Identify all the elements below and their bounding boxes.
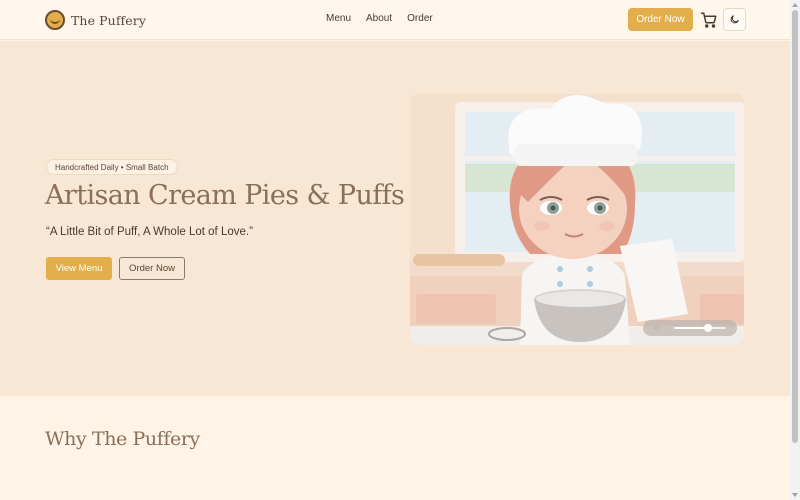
brand-logo[interactable]: The Puffery <box>45 10 146 30</box>
hero-title: Artisan Cream Pies & Puffs <box>45 180 405 211</box>
why-section: Why The Puffery <box>0 396 790 500</box>
hero-tagline: “A Little Bit of Puff, A Whole Lot of Lo… <box>46 226 253 238</box>
moon-icon <box>730 15 739 24</box>
brand-name: The Puffery <box>71 12 147 28</box>
mute-speaker-icon[interactable] <box>652 323 662 333</box>
hero-order-now-button[interactable]: Order Now <box>119 257 185 280</box>
why-title: Why The Puffery <box>45 428 200 450</box>
view-menu-button[interactable]: View Menu <box>46 257 112 280</box>
nav-menu-link[interactable]: Menu <box>326 13 351 24</box>
cart-icon[interactable] <box>700 11 718 29</box>
header-order-now-button[interactable]: Order Now <box>628 8 693 31</box>
volume-slider[interactable] <box>674 324 726 332</box>
page-scrollbar[interactable] <box>790 0 800 500</box>
volume-fill <box>674 327 708 329</box>
volume-thumb[interactable] <box>703 324 712 332</box>
scroll-up-arrow-icon[interactable] <box>792 3 798 7</box>
hero-section: Handcrafted Daily • Small Batch Artisan … <box>0 41 790 396</box>
hero-badge: Handcrafted Daily • Small Batch <box>46 159 178 175</box>
volume-control <box>643 320 737 336</box>
chef-illustration <box>410 94 744 345</box>
nav-order-link[interactable]: Order <box>407 13 433 24</box>
scroll-down-arrow-icon[interactable] <box>792 493 798 497</box>
main-nav: Menu About Order <box>326 13 433 24</box>
smiley-logo-icon <box>45 10 65 30</box>
site-header: The Puffery Menu About Order Order Now <box>0 0 790 40</box>
scroll-thumb[interactable] <box>792 10 798 443</box>
nav-about-link[interactable]: About <box>366 13 392 24</box>
theme-toggle-button[interactable] <box>723 8 746 31</box>
hero-video[interactable] <box>410 94 744 345</box>
